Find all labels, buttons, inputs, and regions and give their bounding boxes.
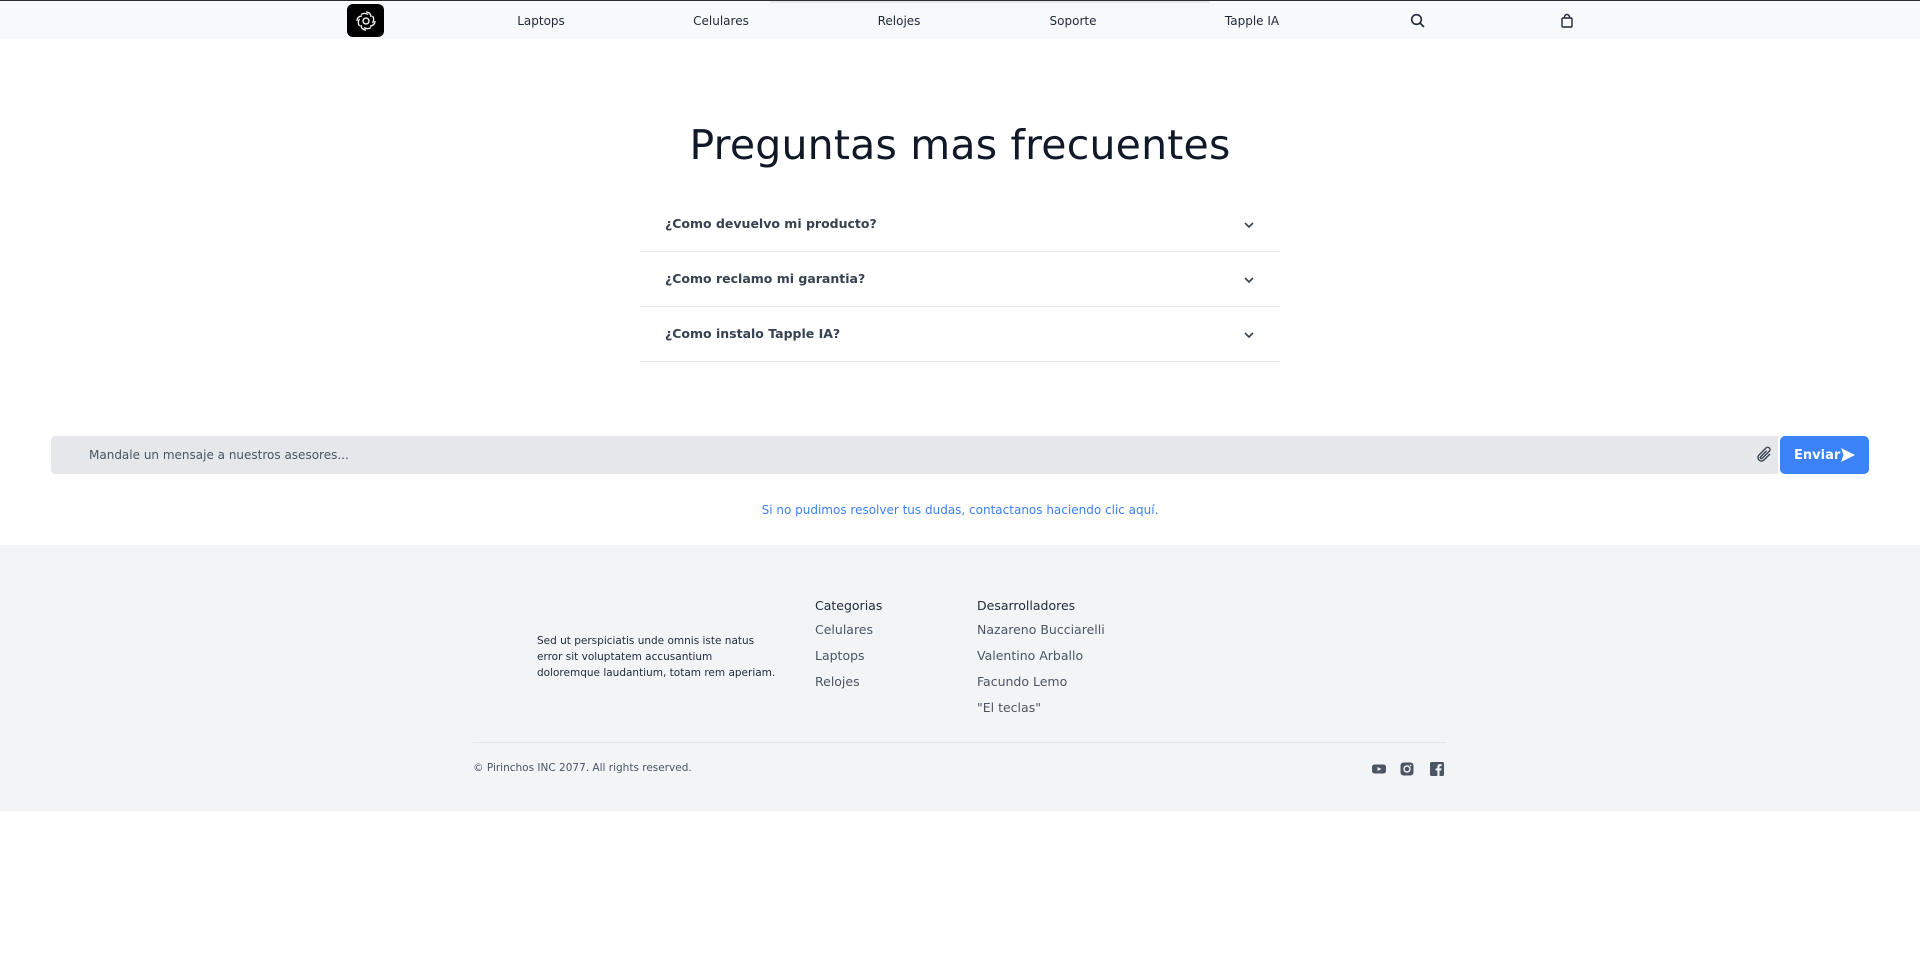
chat-bar — [51, 436, 1778, 474]
tapple-logo-icon[interactable] — [347, 4, 384, 37]
faq-title: Preguntas mas frecuentes — [689, 121, 1231, 169]
youtube-icon[interactable] — [1371, 761, 1387, 777]
chevron-down-icon — [1244, 222, 1254, 229]
nav-link-laptops[interactable]: Laptops — [517, 14, 565, 28]
footer: Sed ut perspiciatis unde omnis iste natu… — [0, 545, 1920, 811]
footer-link-developer[interactable]: Valentino Arballo — [977, 648, 1105, 664]
chevron-down-icon — [1244, 332, 1254, 339]
nav-link-soporte[interactable]: Soporte — [1050, 14, 1097, 28]
nav-link-tapple-ia[interactable]: Tapple IA — [1225, 14, 1279, 28]
footer-description: Sed ut perspiciatis unde omnis iste natu… — [537, 635, 776, 679]
shopping-bag-icon[interactable] — [1559, 13, 1575, 29]
faq-item-instalar[interactable]: ¿Como instalo Tapple IA? — [640, 307, 1280, 362]
faq-question: ¿Como devuelvo mi producto? — [665, 216, 877, 231]
faq-item-devolucion[interactable]: ¿Como devuelvo mi producto? — [640, 197, 1280, 252]
nav-link-relojes[interactable]: Relojes — [878, 14, 921, 28]
footer-categories-heading: Categorias — [815, 598, 883, 613]
footer-link-developer[interactable]: "El teclas" — [977, 700, 1105, 716]
footer-link-developer[interactable]: Nazareno Bucciarelli — [977, 622, 1105, 638]
footer-link-celulares[interactable]: Celulares — [815, 622, 882, 638]
search-icon[interactable] — [1410, 13, 1426, 29]
send-icon — [1841, 448, 1855, 462]
footer-developers: Desarrolladores Nazareno Bucciarelli Val… — [977, 598, 1105, 726]
facebook-icon[interactable] — [1429, 761, 1445, 777]
copyright: © Pirinchos INC 2077. All rights reserve… — [473, 762, 692, 774]
contact-link[interactable]: Si no pudimos resolver tus dudas, contac… — [0, 503, 1920, 517]
nav-shadow — [770, 1, 1210, 3]
chat-message-input[interactable] — [89, 436, 1689, 474]
footer-link-developer[interactable]: Facundo Lemo — [977, 674, 1105, 690]
navbar: Laptops Celulares Relojes Soporte Tapple… — [0, 1, 1920, 39]
faq-question: ¿Como instalo Tapple IA? — [665, 326, 841, 341]
footer-divider — [473, 742, 1446, 743]
send-button[interactable]: Enviar — [1780, 436, 1869, 474]
send-button-label: Enviar — [1794, 447, 1841, 463]
footer-link-relojes[interactable]: Relojes — [815, 674, 882, 690]
footer-categories: Categorias Celulares Laptops Relojes — [815, 598, 882, 700]
instagram-icon[interactable] — [1399, 761, 1415, 777]
paperclip-icon[interactable] — [1756, 445, 1774, 465]
footer-link-laptops[interactable]: Laptops — [815, 648, 882, 664]
footer-developers-heading: Desarrolladores — [977, 598, 1076, 613]
chevron-down-icon — [1244, 277, 1254, 284]
faq-item-garantia[interactable]: ¿Como reclamo mi garantia? — [640, 252, 1280, 307]
faq-question: ¿Como reclamo mi garantia? — [665, 271, 866, 286]
nav-link-celulares[interactable]: Celulares — [693, 14, 749, 28]
